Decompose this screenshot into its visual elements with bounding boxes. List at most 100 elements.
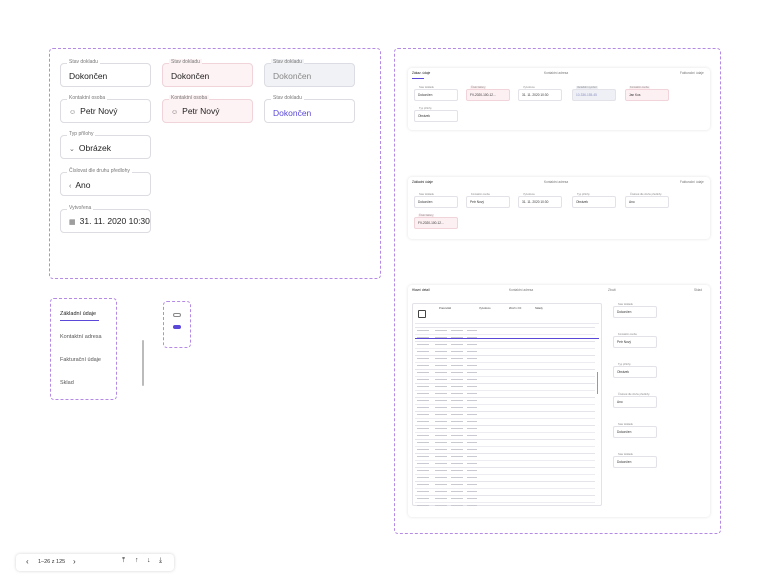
table-row[interactable]: [415, 404, 595, 405]
card-field[interactable]: Číslo faktury FV-2020-100-12...: [466, 86, 510, 101]
table-row[interactable]: [415, 362, 595, 363]
table-row[interactable]: [415, 390, 595, 391]
prev-page-icon[interactable]: ‹: [26, 557, 29, 566]
table-row[interactable]: [415, 383, 595, 384]
table-cell: [467, 484, 477, 485]
toggle-off[interactable]: [173, 313, 181, 317]
table-toolbar: Pracoviště Vytvořeno Zboží v Kč Sklady: [415, 306, 599, 324]
table-cell: [467, 372, 477, 373]
table-row[interactable]: [415, 397, 595, 398]
table-row[interactable]: [415, 327, 595, 328]
table-row[interactable]: [415, 488, 595, 489]
table-cell: [451, 379, 463, 380]
table-row[interactable]: [415, 411, 595, 412]
table-cell: [451, 330, 463, 331]
download-icon[interactable]: ⤓: [159, 557, 162, 565]
table-row[interactable]: [415, 355, 595, 356]
tab-kontaktni-adresa[interactable]: Kontaktní adresa: [544, 180, 568, 184]
kontaktni-osoba-field-error[interactable]: Kontaktní osoba ☺ Petr Nový: [162, 95, 253, 123]
table-row[interactable]: [415, 432, 595, 433]
table-cell: [451, 491, 463, 492]
table-row[interactable]: [415, 369, 595, 370]
scrollbar-thumb[interactable]: [142, 340, 144, 386]
table-row[interactable]: [415, 460, 595, 461]
card-field[interactable]: Kontaktní osoba Petr Nový: [466, 193, 510, 208]
card-field[interactable]: Číslovat dle druhu předlohy Ano: [625, 193, 669, 208]
table-row[interactable]: [415, 439, 595, 440]
card-field-label: Číslovat dle druhu předlohy: [629, 193, 663, 196]
side-field[interactable]: Kontaktní osoba Petr Nový: [613, 333, 657, 348]
table-cell: [451, 470, 463, 471]
table-header-cell[interactable]: Vytvořeno: [479, 307, 491, 310]
field-label: Stav dokladu: [271, 95, 304, 102]
table-cell: [467, 358, 477, 359]
table-header-cell[interactable]: Sklady: [535, 307, 543, 310]
table-row[interactable]: [415, 334, 595, 335]
table-row[interactable]: [415, 348, 595, 349]
scroll-top-icon[interactable]: ⤒: [122, 557, 125, 565]
nav-item-zakladni-udaje[interactable]: Základní údaje: [60, 311, 96, 317]
table-row[interactable]: [415, 418, 595, 419]
kontaktni-osoba-field-default[interactable]: Kontaktní osoba ☺ Petr Nový: [60, 95, 151, 123]
side-field[interactable]: Typ přílohy Obrázek: [613, 363, 657, 378]
table-row[interactable]: [415, 341, 595, 342]
arrow-up-icon[interactable]: ↑: [135, 557, 139, 564]
tab-sklad[interactable]: Sklad: [694, 288, 702, 292]
tab-fakturacni-udaje[interactable]: Fakturační údaje: [680, 180, 704, 184]
table-header-cell[interactable]: Pracoviště: [439, 307, 451, 310]
table-row[interactable]: [415, 425, 595, 426]
toggle-on[interactable]: [173, 325, 181, 329]
tab-zakladni-udaje[interactable]: Základní údaje: [412, 180, 433, 184]
card-field-value: Dokončen: [617, 310, 632, 314]
nav-item-sklad[interactable]: Sklad: [60, 380, 74, 386]
card-field[interactable]: Typ přílohy Obrázek: [572, 193, 616, 208]
tab-hlavni-detail[interactable]: Hlavní detail: [412, 288, 430, 292]
table-row[interactable]: [415, 502, 595, 503]
table-cell: [467, 393, 477, 394]
tab-zakaz-udaje[interactable]: Zákaz. údaje: [412, 71, 430, 75]
table-scrollbar[interactable]: [597, 372, 598, 394]
card-field-label: Kontaktní osoba: [470, 193, 491, 196]
card-field[interactable]: Vytvořena 31. 11. 2020 10:30: [518, 86, 562, 101]
card-field-label: Typ přílohy: [617, 363, 632, 366]
stav-dokladu-field-error[interactable]: Stav dokladu Dokončen: [162, 59, 253, 87]
side-field[interactable]: Stav dokladu Dokončen: [613, 423, 657, 438]
table-cell: [451, 414, 463, 415]
field-label: Vytvořena: [67, 205, 94, 212]
card-field[interactable]: Stav dokladu Dokončen: [414, 193, 458, 208]
table-row[interactable]: [415, 495, 595, 496]
tab-kontaktni-adresa[interactable]: Kontaktní adresa: [509, 288, 533, 292]
table-row[interactable]: [415, 467, 595, 468]
arrow-down-icon[interactable]: ↓: [147, 557, 151, 564]
card-field[interactable]: Stav dokladu Dokončen: [414, 86, 458, 101]
stav-dokladu-field-default[interactable]: Stav dokladu Dokončen: [60, 59, 151, 87]
card-field[interactable]: Číslo faktury FV-2020-100-12...: [414, 214, 458, 229]
side-field[interactable]: Číslovat dle druhu předlohy Ano: [613, 393, 657, 408]
field-label: Stav dokladu: [169, 59, 202, 66]
tab-fakturacni-udaje[interactable]: Fakturační údaje: [680, 71, 704, 75]
checkbox-icon[interactable]: [418, 310, 426, 318]
card-field[interactable]: Kontaktní osoba Jan Kos: [625, 86, 669, 101]
card-field-label: Kontaktní osoba: [629, 86, 650, 89]
side-field[interactable]: Stav dokladu Dokončen: [613, 453, 657, 468]
table-row[interactable]: [415, 453, 595, 454]
table-row[interactable]: [415, 446, 595, 447]
cislovat-field[interactable]: Číslovat dle druhu předlohy ‹ Ano: [60, 168, 151, 196]
tab-kontaktni-adresa[interactable]: Kontaktní adresa: [544, 71, 568, 75]
table-row[interactable]: [415, 376, 595, 377]
card-field[interactable]: Vytvořena 31. 11. 2020 10:30: [518, 193, 562, 208]
side-field[interactable]: Stav dokladu Dokončen: [613, 303, 657, 318]
table-header-cell[interactable]: Zboží v Kč: [509, 307, 521, 310]
stav-dokladu-field-focused[interactable]: Stav dokladu Dokončen: [264, 95, 355, 123]
table-row[interactable]: [415, 474, 595, 475]
table-row[interactable]: [415, 481, 595, 482]
card-field[interactable]: Typ přílohy Obrázek: [414, 107, 458, 122]
table-cell: [435, 330, 447, 331]
vytvorena-field[interactable]: Vytvořena ▦ 31. 11. 2020 10:30: [60, 205, 151, 233]
tab-zbozi[interactable]: Zboží: [608, 288, 616, 292]
table-cell: [467, 470, 477, 471]
typ-prilohy-field[interactable]: Typ přílohy ⌄ Obrázek: [60, 131, 151, 159]
next-page-icon[interactable]: ›: [73, 557, 76, 566]
nav-item-kontaktni-adresa[interactable]: Kontaktní adresa: [60, 334, 102, 340]
nav-item-fakturacni-udaje[interactable]: Fakturační údaje: [60, 357, 101, 363]
